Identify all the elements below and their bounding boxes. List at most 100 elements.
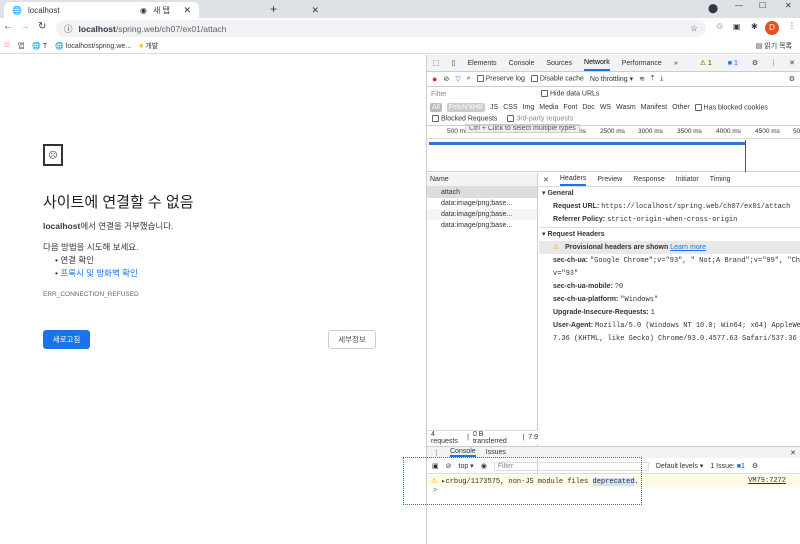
type-css[interactable]: CSS <box>503 104 517 111</box>
error-code: ERR_CONNECTION_REFUSED <box>43 291 139 298</box>
tab-initiator[interactable]: Initiator <box>676 176 699 183</box>
general-section-toggle[interactable]: ▾ General <box>539 187 800 200</box>
hide-data-urls-checkbox[interactable]: Hide data URLs <box>541 90 599 98</box>
log-levels-select[interactable]: Default levels ▾ <box>656 462 704 470</box>
type-img[interactable]: Img <box>523 104 535 111</box>
tab-performance[interactable]: Performance <box>622 60 662 67</box>
tab-headers[interactable]: Headers <box>559 173 587 186</box>
header-row: Upgrade-Insecure-Requests: 1 <box>553 309 655 317</box>
address-bar[interactable]: ⓘ localhost/spring.web/ch07/ex01/attach … <box>56 20 706 37</box>
issues-button[interactable]: 1 Issue: ■1 <box>710 463 745 470</box>
request-row[interactable]: data:image/png;base... <box>427 198 537 209</box>
tab-new-tab[interactable]: ◉ 새 탭 ✕ <box>132 2 327 18</box>
info-icon[interactable]: ⓘ <box>64 23 73 35</box>
header-row: 7.36 (KHTML, like Gecko) Chrome/93.0.457… <box>553 335 797 343</box>
more-tabs-button[interactable]: » <box>674 60 678 67</box>
type-media[interactable]: Media <box>539 104 558 111</box>
type-font[interactable]: Font <box>563 104 577 111</box>
type-doc[interactable]: Doc <box>582 104 594 111</box>
devtools-tabs: ⬚ ▯ Elements Console Sources Network Perf… <box>427 55 800 72</box>
request-row[interactable]: data:image/png;base... <box>427 209 537 220</box>
referrer-policy-row: Referrer Policy: strict-origin-when-cros… <box>539 213 800 228</box>
bookmark-localhost[interactable]: 🌐 localhost/spring.we... <box>55 42 131 50</box>
new-tab-button[interactable]: + <box>270 2 277 16</box>
close-drawer-icon[interactable]: ✕ <box>790 449 796 457</box>
forward-button[interactable]: → <box>20 21 30 32</box>
messages-badge[interactable]: ■ 1 <box>725 59 740 67</box>
request-row[interactable]: attach <box>427 187 537 198</box>
settings-icon[interactable]: ⚙ <box>752 59 758 67</box>
tab-timing[interactable]: Timing <box>710 176 731 183</box>
filter-input[interactable]: Filter <box>431 91 521 98</box>
reload-button[interactable]: ↻ <box>38 21 46 32</box>
timeline-overview[interactable] <box>427 140 800 172</box>
extension-icon[interactable]: ▣ <box>733 22 741 31</box>
export-har-icon[interactable]: ⤓ <box>660 75 663 83</box>
more-options-icon[interactable]: ⋮ <box>770 59 777 67</box>
bookmark-star-icon[interactable]: ☆ <box>690 23 698 34</box>
reading-list-button[interactable]: ▤ 읽기 목록 <box>756 41 792 51</box>
third-party-checkbox[interactable]: 3rd-party requests <box>507 115 573 123</box>
record-icon[interactable]: ● <box>432 74 437 84</box>
source-link[interactable]: VM79:7272 <box>748 477 786 485</box>
reload-page-button[interactable]: 새로고침 <box>43 330 90 349</box>
bookmark-apps[interactable]: 앱 <box>18 41 24 51</box>
close-devtools-icon[interactable]: ✕ <box>789 59 795 67</box>
recycle-extension-icon[interactable]: ♲ <box>716 22 723 31</box>
url-host: localhost <box>78 23 116 34</box>
tab-sources[interactable]: Sources <box>546 60 572 67</box>
close-details-icon[interactable]: ✕ <box>543 176 549 184</box>
network-settings-icon[interactable]: ⚙ <box>789 75 795 83</box>
inspect-icon[interactable]: ⬚ <box>433 59 440 67</box>
clear-icon[interactable]: ⊘ <box>443 75 449 83</box>
network-status-bar: 4 requests | 0 B transferred | 7.9 <box>427 430 538 445</box>
throttling-select[interactable]: No throttling ▾ <box>590 75 633 83</box>
close-tab-icon[interactable]: ✕ <box>311 5 319 16</box>
bookmark-t[interactable]: 🌐 T <box>32 42 47 50</box>
type-js[interactable]: JS <box>490 104 498 111</box>
console-settings-icon[interactable]: ⚙ <box>752 462 758 470</box>
type-fetch-xhr[interactable]: Fetch/XHR <box>446 103 486 112</box>
tab-preview[interactable]: Preview <box>597 176 622 183</box>
import-har-icon[interactable]: ⤒ <box>651 75 654 83</box>
details-button[interactable]: 세부정보 <box>328 330 376 349</box>
has-blocked-cookies-checkbox[interactable]: Has blocked cookies <box>694 103 768 111</box>
learn-more-link[interactable]: Learn more <box>670 244 706 251</box>
drawer-tab-console[interactable]: Console <box>450 448 476 457</box>
load-marker <box>745 140 746 172</box>
type-manifest[interactable]: Manifest <box>641 104 667 111</box>
tab-console[interactable]: Console <box>509 60 535 67</box>
type-wasm[interactable]: Wasm <box>616 104 636 111</box>
network-conditions-icon[interactable]: ≋ <box>639 75 645 83</box>
blocked-requests-checkbox[interactable]: Blocked Requests <box>432 115 497 123</box>
globe-icon: 🌐 <box>12 5 22 15</box>
back-button[interactable]: ← <box>3 21 13 32</box>
name-column-header[interactable]: Name <box>427 173 537 187</box>
filter-icon[interactable]: ▽ <box>455 75 460 83</box>
profile-avatar[interactable]: D <box>765 21 779 35</box>
close-window-button[interactable]: ✕ <box>785 1 792 10</box>
blocked-row: Blocked Requests 3rd-party requests <box>427 113 800 126</box>
disable-cache-checkbox[interactable]: Disable cache <box>530 75 584 83</box>
suggestion-proxy-firewall[interactable]: • 프록시 및 방화벽 확인 <box>55 267 138 279</box>
drawer-menu-icon[interactable]: ⋮ <box>433 449 440 457</box>
preserve-log-checkbox[interactable]: Preserve log <box>476 75 525 83</box>
maximize-button[interactable]: ☐ <box>759 1 766 10</box>
drawer-tab-issues[interactable]: Issues <box>486 449 506 456</box>
device-toggle-icon[interactable]: ▯ <box>452 59 456 67</box>
request-headers-toggle[interactable]: ▾ Request Headers <box>539 228 800 241</box>
bookmark-folder-dev[interactable]: ■ 개발 <box>139 41 158 51</box>
tab-elements[interactable]: Elements <box>467 60 496 67</box>
tab-response[interactable]: Response <box>633 176 665 183</box>
puzzle-extensions-icon[interactable]: ✱ <box>751 22 758 31</box>
type-other[interactable]: Other <box>672 104 690 111</box>
tab-network[interactable]: Network <box>584 55 610 71</box>
search-icon[interactable]: ⌕ <box>467 75 471 83</box>
menu-icon[interactable]: ⋮ <box>788 21 796 30</box>
type-all[interactable]: All <box>430 103 442 112</box>
request-row[interactable]: data:image/png;base... <box>427 220 537 231</box>
tab-search-icon[interactable]: ⬤ <box>708 3 718 14</box>
minimize-button[interactable]: — <box>735 1 743 10</box>
warnings-badge[interactable]: ⚠ 1 <box>697 59 714 67</box>
type-ws[interactable]: WS <box>600 104 611 111</box>
